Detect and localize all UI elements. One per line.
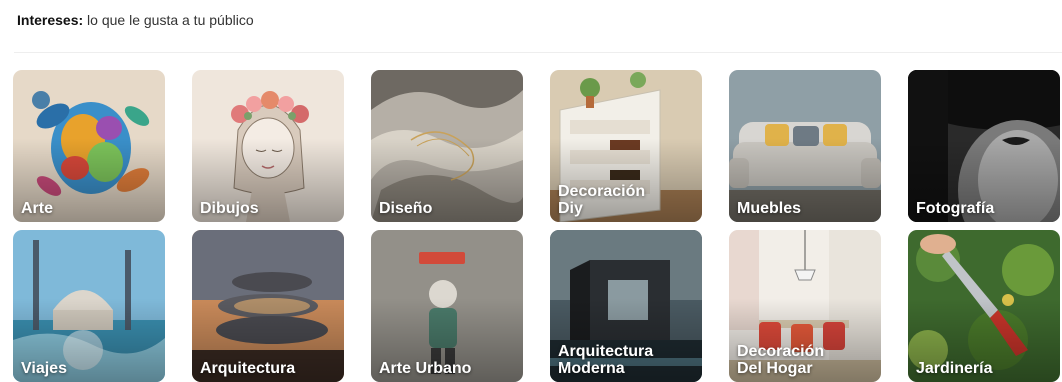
interest-label: Viajes xyxy=(21,360,67,377)
interest-label: Jardinería xyxy=(916,360,993,377)
interest-tile-dibujos[interactable]: Dibujos xyxy=(192,70,344,222)
interests-grid: Arte Dibujos Diseño Decoración Diy Muebl… xyxy=(13,70,1060,382)
interest-tile-viajes[interactable]: Viajes xyxy=(13,230,165,382)
interest-label: Arte xyxy=(21,200,54,217)
interest-tile-decoracion-del-hogar[interactable]: Decoración Del Hogar xyxy=(729,230,881,382)
interest-tile-diseno[interactable]: Diseño xyxy=(371,70,523,222)
interest-tile-arte[interactable]: Arte xyxy=(13,70,165,222)
divider xyxy=(14,52,1062,53)
interest-label: Muebles xyxy=(737,200,802,217)
section-title: Intereses: lo que le gusta a tu público xyxy=(17,12,254,28)
interest-label: Decoración Diy xyxy=(558,183,646,217)
interest-tile-arquitectura[interactable]: Arquitectura xyxy=(192,230,344,382)
interest-tile-arte-urbano[interactable]: Arte Urbano xyxy=(371,230,523,382)
section-title-rest: lo que le gusta a tu público xyxy=(83,12,254,28)
interest-label: Arquitectura Moderna xyxy=(558,343,654,377)
interest-tile-fotografia[interactable]: Fotografía xyxy=(908,70,1060,222)
interest-tile-muebles[interactable]: Muebles xyxy=(729,70,881,222)
interest-label: Arte Urbano xyxy=(379,360,472,377)
interest-label: Decoración Del Hogar xyxy=(737,343,825,377)
interest-label: Diseño xyxy=(379,200,433,217)
interest-label: Fotografía xyxy=(916,200,995,217)
interest-label: Arquitectura xyxy=(200,360,296,377)
interest-tile-arquitectura-moderna[interactable]: Arquitectura Moderna xyxy=(550,230,702,382)
interest-tile-decoracion-diy[interactable]: Decoración Diy xyxy=(550,70,702,222)
section-title-bold: Intereses: xyxy=(17,12,84,28)
interest-label: Dibujos xyxy=(200,200,259,217)
interest-tile-jardineria[interactable]: Jardinería xyxy=(908,230,1060,382)
